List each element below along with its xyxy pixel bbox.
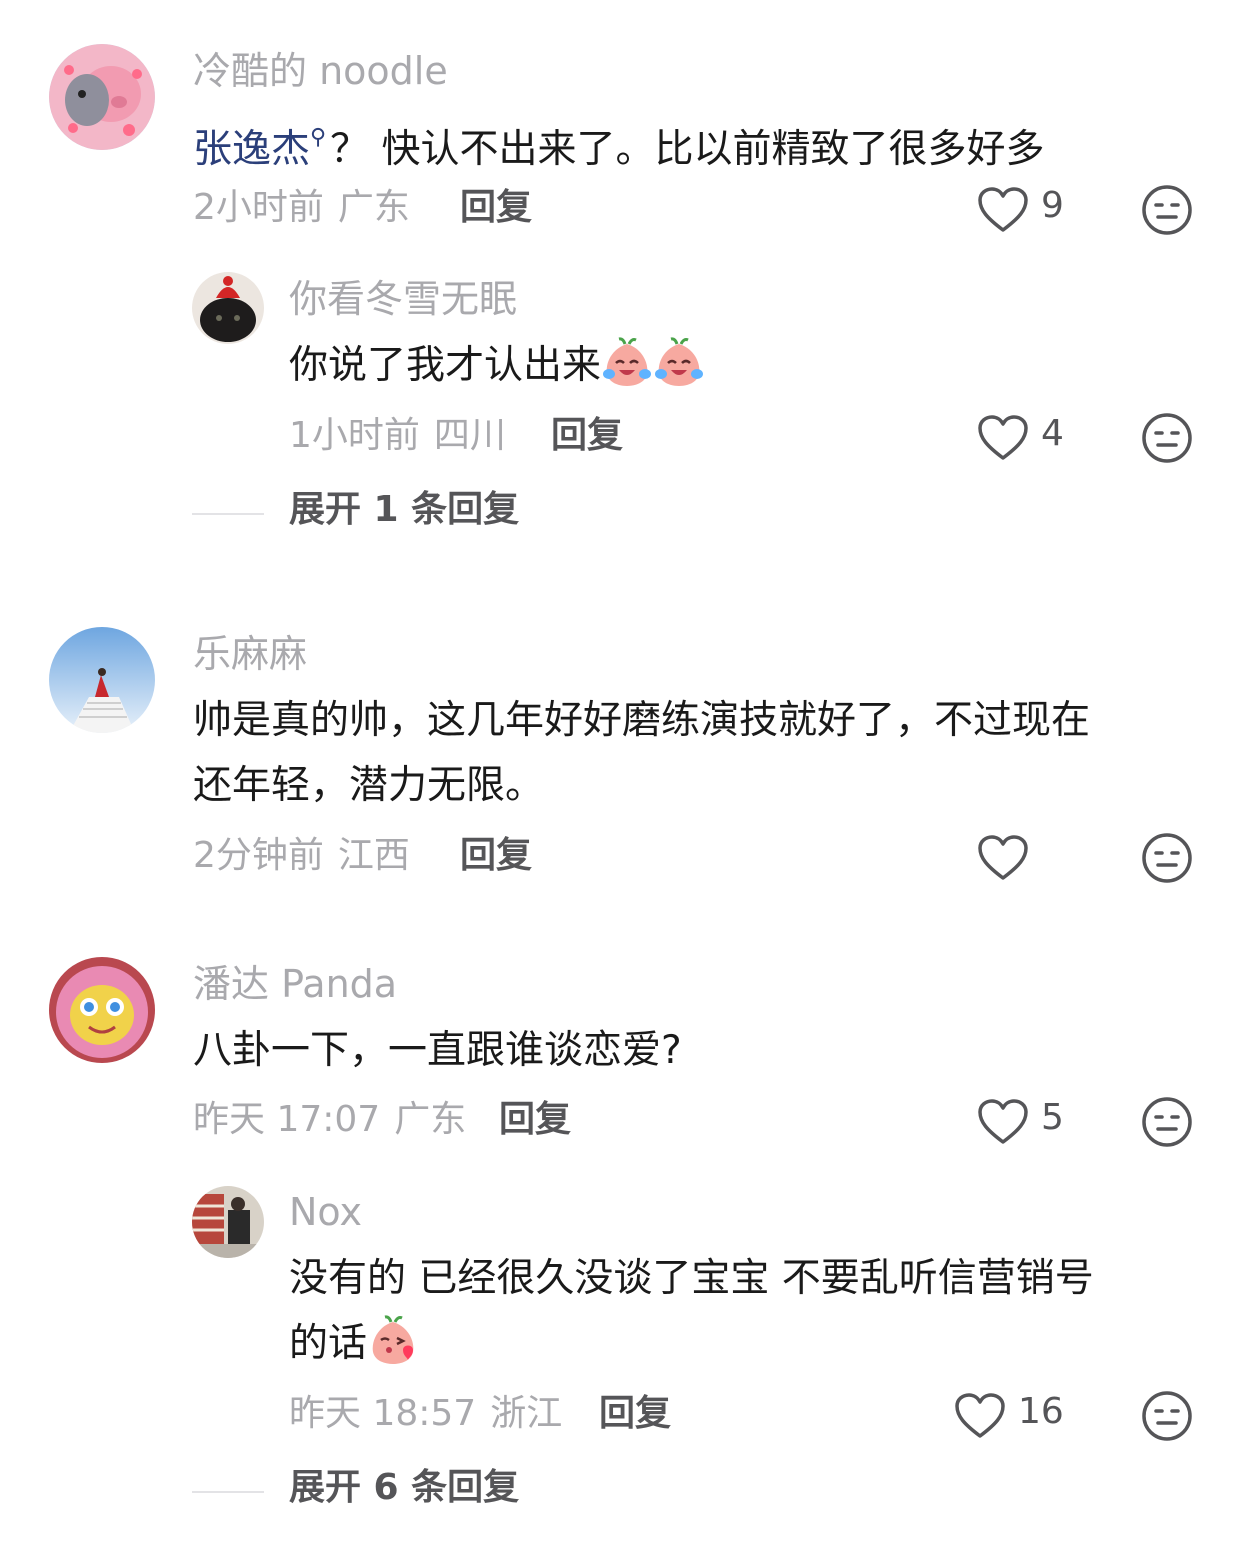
reply-button[interactable]: 回复	[460, 838, 532, 874]
reply-button[interactable]: 回复	[460, 190, 532, 226]
search-icon[interactable]: ⚲	[310, 105, 326, 170]
like-count: 5	[1041, 1097, 1064, 1138]
meh-face-icon	[1142, 1097, 1192, 1147]
like-count: 4	[1041, 413, 1064, 454]
crying-laughing-peach-emoji-icon	[653, 336, 705, 388]
heart-icon	[978, 1099, 1028, 1144]
black-cat-red-hat-avatar-icon	[192, 272, 264, 344]
meh-face-icon	[1142, 1391, 1192, 1441]
comment-time: 昨天 17:07	[193, 1099, 381, 1140]
reply-text-body: 的话	[289, 1321, 368, 1366]
user-avatar[interactable]	[49, 957, 155, 1063]
heart-icon	[978, 835, 1028, 880]
like-button[interactable]: 5	[977, 1098, 1087, 1158]
like-button[interactable]: 9	[977, 186, 1087, 246]
reply-username[interactable]: Nox	[289, 1193, 362, 1231]
comment-time: 2小时前	[193, 187, 324, 228]
comment-meta: 2小时前 广东	[193, 190, 410, 226]
heart-icon	[978, 187, 1028, 232]
reply-text-body: 你说了我才认出来	[289, 343, 602, 388]
reply-button[interactable]: 回复	[599, 1396, 671, 1432]
blowing-kiss-peach-emoji-icon	[367, 1314, 419, 1366]
comment-location: 江西	[337, 835, 410, 876]
heart-icon	[955, 1393, 1005, 1438]
username[interactable]: 潘达 Panda	[193, 965, 397, 1003]
dislike-button[interactable]	[1141, 184, 1193, 236]
comment-text: 八卦一下，一直跟谁谈恋爱?	[193, 1028, 682, 1073]
crying-laughing-peach-emoji-icon	[601, 336, 653, 388]
reply-time: 1小时前	[289, 415, 420, 456]
username[interactable]: 乐麻麻	[193, 635, 307, 673]
reply-user-avatar[interactable]	[192, 1186, 264, 1258]
yellow-plush-pink-hood-avatar-icon	[49, 957, 155, 1063]
expand-divider	[192, 513, 264, 515]
expand-replies-button[interactable]: 展开 1 条回复	[289, 492, 519, 528]
dislike-button[interactable]	[1141, 1390, 1193, 1442]
reply-text: 你说了我才认出来	[289, 333, 705, 398]
comment-text: 张逸杰⚲？ 快认不出来了。比以前精致了很多好多	[193, 105, 1045, 182]
reply-username[interactable]: 你看冬雪无眠	[289, 280, 517, 318]
reply-location: 四川	[433, 415, 506, 456]
expand-divider	[192, 1491, 264, 1493]
comment-text-line: 帅是真的帅，这几年好好磨练演技就好了，不过现在	[193, 698, 1091, 743]
reply-button[interactable]: 回复	[499, 1102, 571, 1138]
meh-face-icon	[1142, 833, 1192, 883]
like-button[interactable]: 4	[977, 414, 1087, 474]
reply-text-line: 没有的 已经很久没谈了宝宝 不要乱听信营销号	[289, 1256, 1094, 1301]
comment-meta: 2分钟前 江西	[193, 838, 410, 874]
reply-user-avatar[interactable]	[192, 272, 264, 344]
user-avatar[interactable]	[49, 627, 155, 733]
heart-icon	[978, 415, 1028, 460]
comment-location: 广东	[337, 187, 410, 228]
reply-button[interactable]: 回复	[551, 418, 623, 454]
dislike-button[interactable]	[1141, 1096, 1193, 1148]
reply-meta: 1小时前 四川	[289, 418, 506, 454]
reply-text-line: 的话	[289, 1311, 419, 1376]
user-avatar[interactable]	[49, 44, 155, 150]
dislike-button[interactable]	[1141, 832, 1193, 884]
like-button[interactable]: 16	[954, 1392, 1074, 1452]
meh-face-icon	[1142, 413, 1192, 463]
like-button[interactable]	[977, 834, 1037, 894]
store-shelf-photo-avatar-icon	[192, 1186, 264, 1258]
comment-meta: 昨天 17:07 广东	[193, 1102, 466, 1138]
like-count: 9	[1041, 185, 1064, 226]
reply-time: 昨天 18:57	[289, 1393, 477, 1434]
expand-replies-button[interactable]: 展开 6 条回复	[289, 1470, 519, 1506]
keyword-link[interactable]: 张逸杰	[193, 127, 310, 172]
comment-text-line: 还年轻，潜力无限。	[193, 763, 545, 808]
reply-location: 浙江	[490, 1393, 563, 1434]
pink-pig-cartoon-avatar-icon	[49, 44, 155, 150]
like-count: 16	[1018, 1391, 1064, 1432]
dislike-button[interactable]	[1141, 412, 1193, 464]
reply-meta: 昨天 18:57 浙江	[289, 1396, 562, 1432]
username[interactable]: 冷酷的 noodle	[193, 52, 448, 90]
sky-staircase-avatar-icon	[49, 627, 155, 733]
comment-time: 2分钟前	[193, 835, 324, 876]
comment-text-body: ？ 快认不出来了。比以前精致了很多好多	[330, 127, 1045, 172]
meh-face-icon	[1142, 185, 1192, 235]
comment-location: 广东	[394, 1099, 467, 1140]
